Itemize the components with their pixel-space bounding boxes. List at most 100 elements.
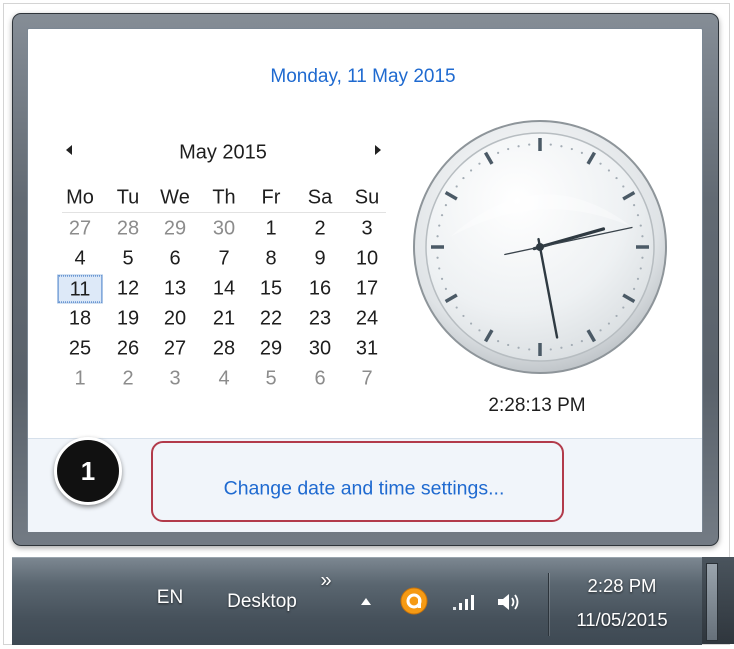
minute-dot xyxy=(462,314,465,318)
calendar-day[interactable]: 15 xyxy=(249,276,293,303)
minute-dot xyxy=(444,287,448,290)
minute-dot xyxy=(639,267,642,270)
calendar-day[interactable]: 1 xyxy=(58,366,102,393)
minute-dot xyxy=(528,348,531,351)
digital-time: 2:28:13 PM xyxy=(488,395,586,416)
calendar-day[interactable]: 8 xyxy=(249,246,293,273)
minute-dot xyxy=(549,348,552,351)
calendar-day[interactable]: 29 xyxy=(249,336,293,363)
triangle-up-icon[interactable] xyxy=(361,598,371,605)
weekday-header: Tu xyxy=(116,186,140,209)
minute-dot xyxy=(517,145,520,148)
long-date-heading[interactable]: Monday, 11 May 2015 xyxy=(270,66,455,88)
calendar-day[interactable]: 6 xyxy=(153,246,197,273)
calendar-day[interactable]: 14 xyxy=(202,276,246,303)
network-signal-icon[interactable] xyxy=(452,594,476,611)
calendar-day[interactable]: 4 xyxy=(202,366,246,393)
calendar-day[interactable]: 1 xyxy=(249,216,293,243)
minute-dot xyxy=(560,145,563,148)
minute-dot xyxy=(438,267,441,270)
triangle-left-icon[interactable] xyxy=(66,145,72,155)
minute-dot xyxy=(497,339,500,343)
calendar-day[interactable]: 22 xyxy=(249,306,293,333)
minute-dot xyxy=(455,185,458,188)
calendar-day[interactable]: 4 xyxy=(58,246,102,273)
toolbar-overflow-chevron[interactable]: » xyxy=(320,570,331,593)
show-desktop-button[interactable] xyxy=(706,563,718,641)
minute-dot xyxy=(641,256,644,259)
calendar-day[interactable]: 29 xyxy=(153,216,197,243)
weekday-divider xyxy=(62,212,386,213)
volume-icon[interactable] xyxy=(496,592,523,612)
minute-dot xyxy=(438,224,441,227)
calendar-day[interactable]: 2 xyxy=(106,366,150,393)
desktop-toolbar-label[interactable]: Desktop xyxy=(227,591,297,613)
calendar-day[interactable]: 30 xyxy=(298,336,342,363)
calendar-day-selected[interactable]: 11 xyxy=(58,275,102,303)
minute-dot xyxy=(599,329,602,332)
minute-dot xyxy=(580,339,583,343)
minute-dot xyxy=(636,214,640,217)
minute-dot xyxy=(641,235,644,238)
calendar-day[interactable]: 7 xyxy=(345,366,389,393)
calendar-day[interactable]: 25 xyxy=(58,336,102,363)
minute-dot xyxy=(622,185,625,188)
calendar-month-label[interactable]: May 2015 xyxy=(179,142,267,165)
minute-dot xyxy=(478,162,481,165)
weekday-header: Sa xyxy=(307,186,333,209)
minute-dot xyxy=(549,143,552,146)
minute-dot xyxy=(469,169,473,172)
calendar-day[interactable]: 27 xyxy=(153,336,197,363)
calendar-day[interactable]: 23 xyxy=(298,306,342,333)
step-callout-badge: 1 xyxy=(54,437,122,505)
calendar-day[interactable]: 3 xyxy=(345,216,389,243)
calendar-day[interactable]: 26 xyxy=(106,336,150,363)
calendar-day[interactable]: 28 xyxy=(202,336,246,363)
calendar-day[interactable]: 20 xyxy=(153,306,197,333)
calendar-day[interactable]: 5 xyxy=(106,246,150,273)
tray-divider xyxy=(548,573,549,636)
minute-dot xyxy=(615,314,618,318)
calendar-day[interactable]: 24 xyxy=(345,306,389,333)
calendar-day[interactable]: 5 xyxy=(249,366,293,393)
change-date-time-settings-link[interactable]: Change date and time settings... xyxy=(224,478,505,501)
minute-dot xyxy=(607,322,611,325)
calendar-day[interactable]: 10 xyxy=(345,246,389,273)
calendar-day[interactable]: 27 xyxy=(58,216,102,243)
weekday-header: Fr xyxy=(261,186,281,209)
calendar-day[interactable]: 16 xyxy=(298,276,342,303)
weekday-header: Mo xyxy=(66,186,94,209)
minute-dot xyxy=(636,277,640,280)
minute-dot xyxy=(440,214,444,217)
taskbar-clock-time[interactable]: 2:28 PM xyxy=(588,575,657,597)
calendar-day[interactable]: 6 xyxy=(298,366,342,393)
minute-dot xyxy=(455,306,458,309)
calendar-day[interactable]: 13 xyxy=(153,276,197,303)
calendar-day[interactable]: 31 xyxy=(345,336,389,363)
calendar-day[interactable]: 7 xyxy=(202,246,246,273)
calendar-day[interactable]: 9 xyxy=(298,246,342,273)
language-indicator[interactable]: EN xyxy=(157,587,183,609)
calendar-day[interactable]: 19 xyxy=(106,306,150,333)
minute-dot xyxy=(570,343,573,347)
minute-dot xyxy=(436,235,439,238)
calendar-day[interactable]: 30 xyxy=(202,216,246,243)
calendar-day[interactable]: 28 xyxy=(106,216,150,243)
minute-dot xyxy=(436,256,439,259)
minute-dot xyxy=(580,151,583,155)
clock-center-pin xyxy=(536,243,544,251)
triangle-right-icon[interactable] xyxy=(375,145,381,155)
calendar-day[interactable]: 18 xyxy=(58,306,102,333)
minute-dot xyxy=(507,343,510,347)
orange-app-icon[interactable] xyxy=(400,587,428,615)
calendar-day[interactable]: 2 xyxy=(298,216,342,243)
minute-dot xyxy=(622,306,625,309)
calendar-day[interactable]: 17 xyxy=(345,276,389,303)
minute-dot xyxy=(528,143,531,146)
taskbar-clock-date[interactable]: 11/05/2015 xyxy=(576,609,667,631)
calendar-day[interactable]: 3 xyxy=(153,366,197,393)
calendar-day[interactable]: 21 xyxy=(202,306,246,333)
minute-dot xyxy=(478,329,481,332)
minute-dot xyxy=(469,322,473,325)
calendar-day[interactable]: 12 xyxy=(106,276,150,303)
